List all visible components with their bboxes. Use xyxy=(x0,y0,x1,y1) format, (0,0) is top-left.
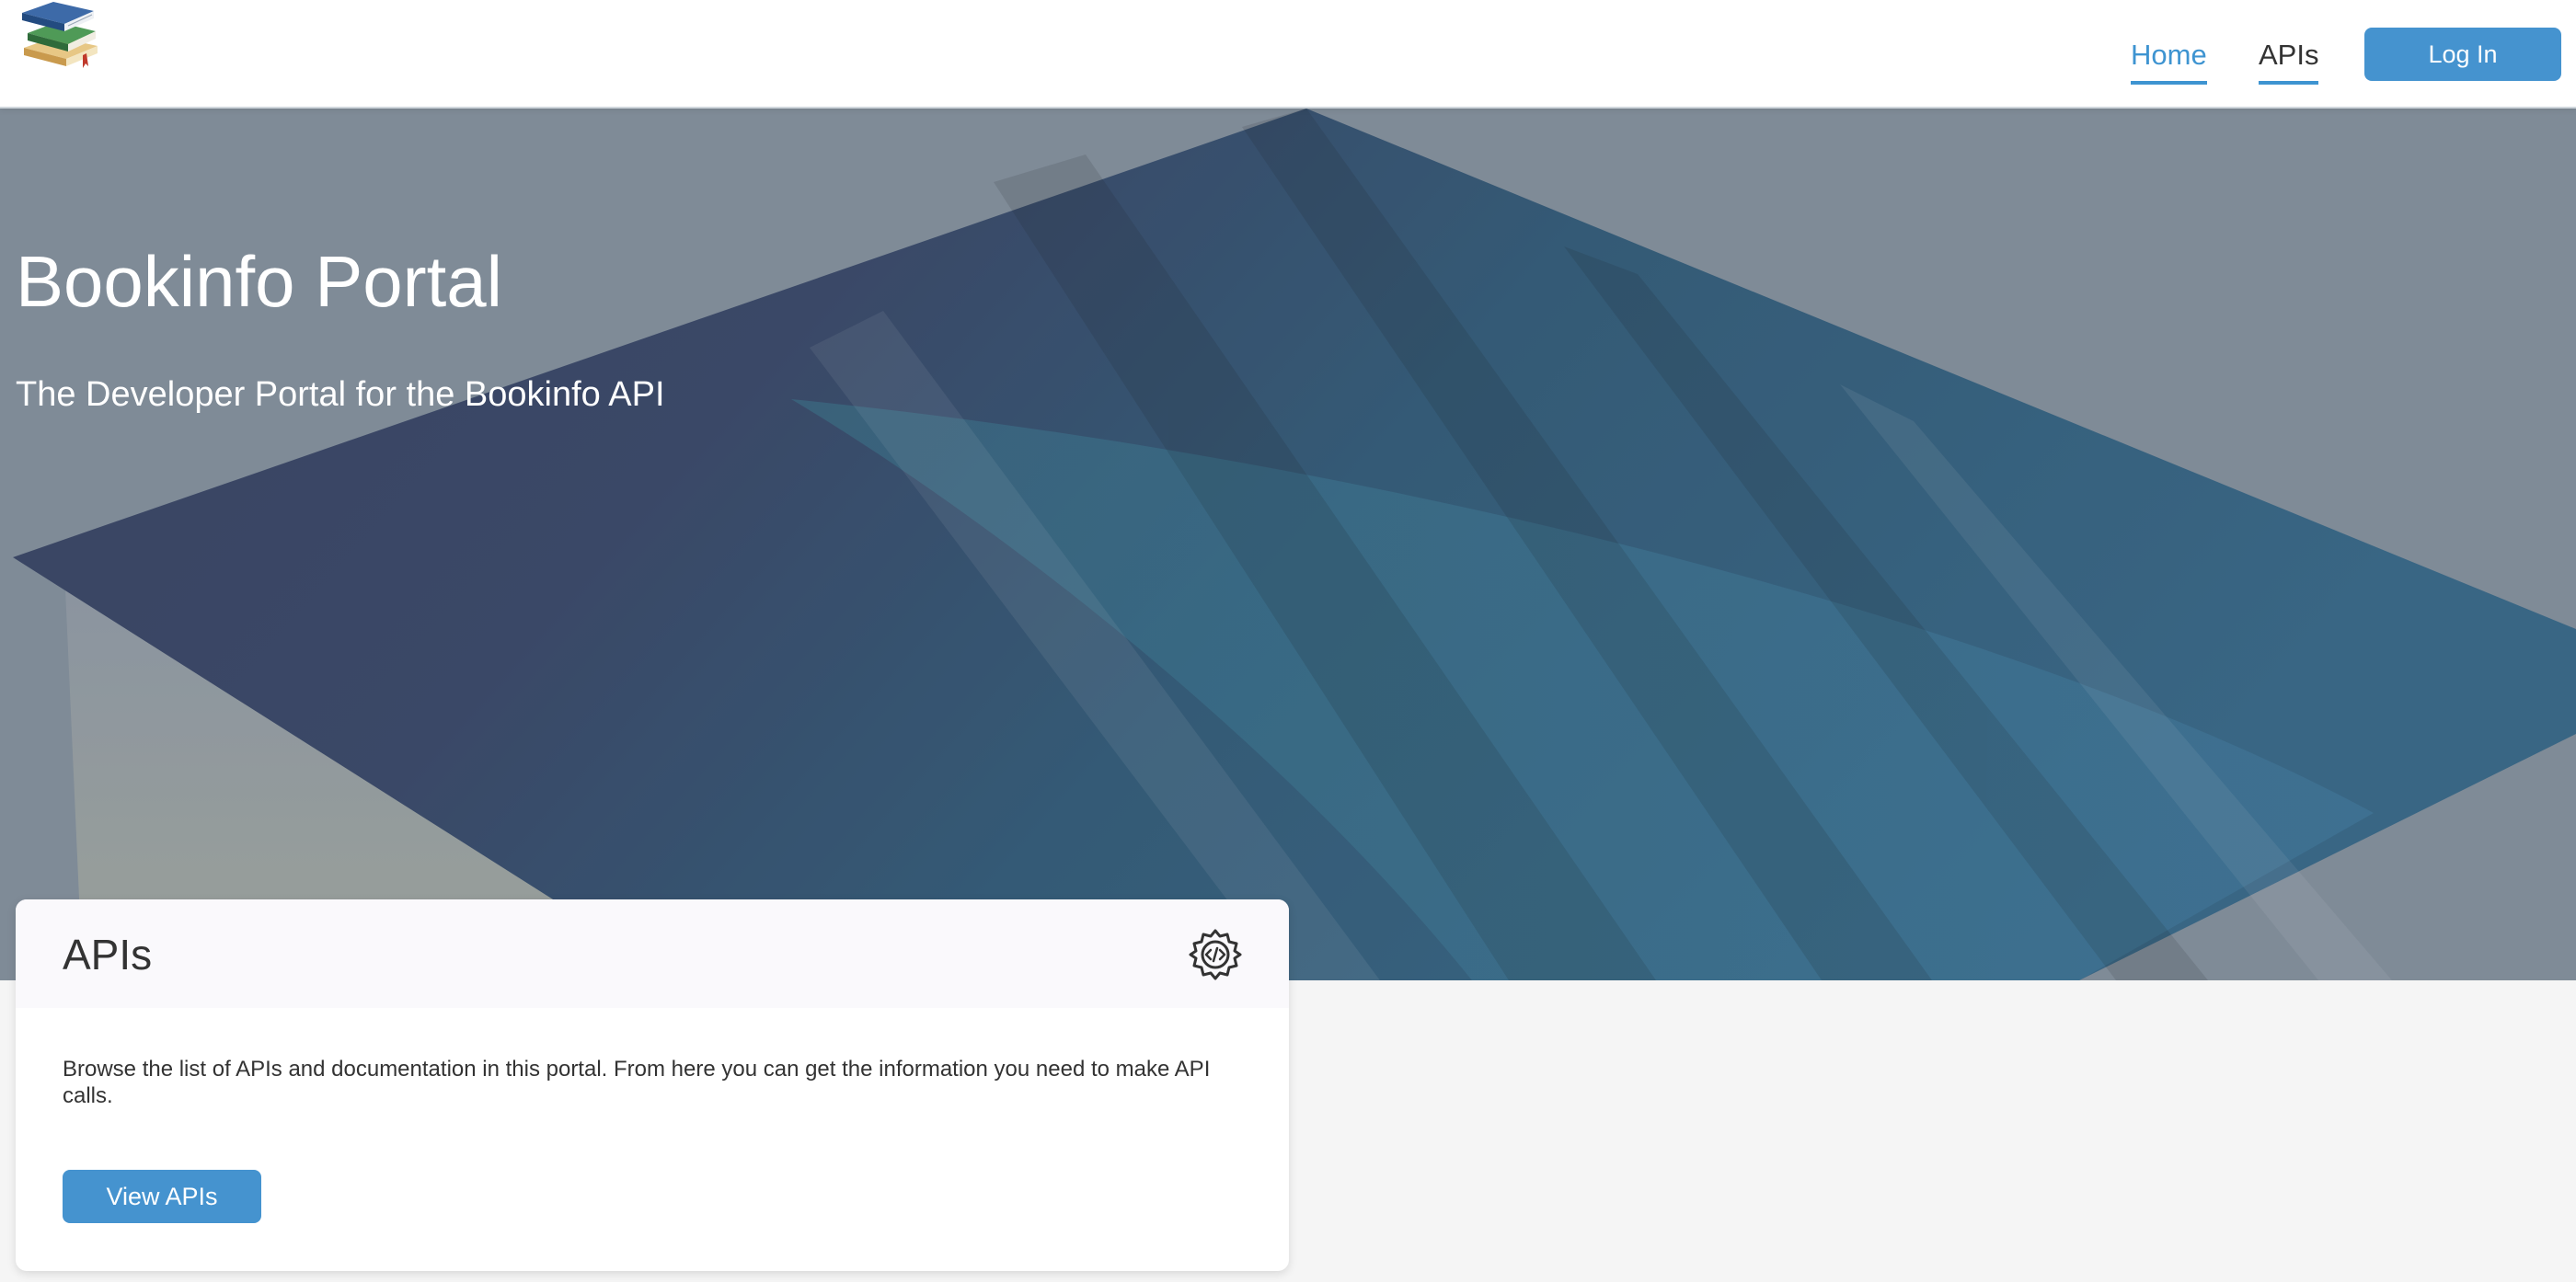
hero-subtitle: The Developer Portal for the Bookinfo AP… xyxy=(16,375,665,414)
nav-link-home[interactable]: Home xyxy=(2131,35,2207,85)
nav-link-apis[interactable]: APIs xyxy=(2259,35,2319,85)
apis-card-description: Browse the list of APIs and documentatio… xyxy=(63,1057,1211,1108)
books-logo-icon[interactable] xyxy=(15,0,103,72)
apis-card-title: APIs xyxy=(63,931,153,979)
view-apis-button[interactable]: View APIs xyxy=(63,1170,261,1223)
top-navbar: Home APIs Log In xyxy=(0,0,2576,109)
api-gear-icon xyxy=(1188,927,1243,982)
apis-card: APIs Browse the list of APIs and documen… xyxy=(16,899,1289,1271)
hero-banner: Bookinfo Portal The Developer Portal for… xyxy=(0,109,2576,980)
apis-card-header: APIs xyxy=(16,899,1289,1008)
hero-title: Bookinfo Portal xyxy=(16,241,502,322)
login-button[interactable]: Log In xyxy=(2364,28,2561,81)
